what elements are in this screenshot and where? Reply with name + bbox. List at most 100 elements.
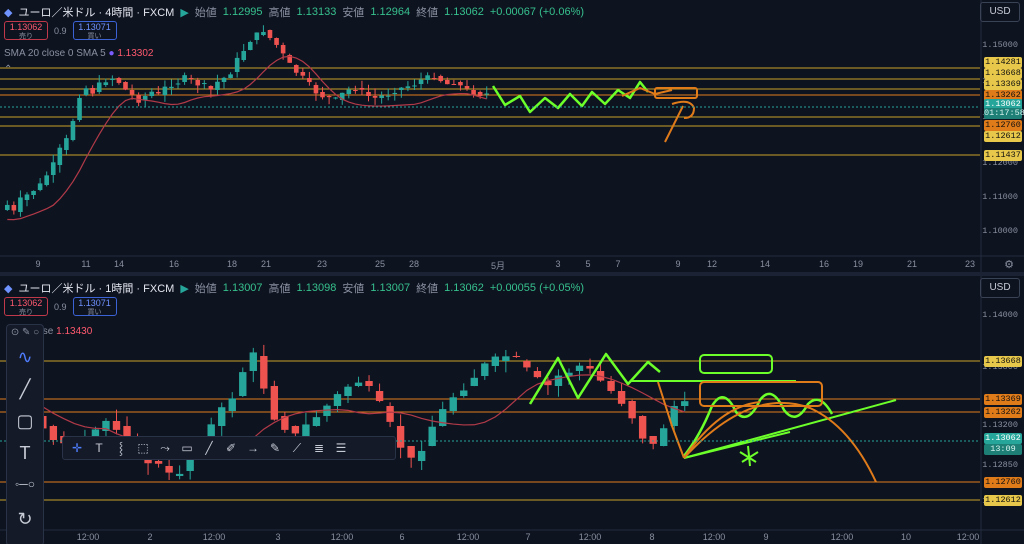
symbol-title[interactable]: ユーロ／米ドル · 1時間 · FXCM: [18, 280, 174, 296]
x-tick-label: 6: [399, 532, 405, 542]
candle-body: [49, 426, 58, 441]
price-label: 1.13668: [984, 356, 1022, 367]
note-icon[interactable]: ▭: [179, 440, 195, 456]
ruler-icon[interactable]: ⟋: [289, 440, 305, 456]
rectangle-icon[interactable]: ▢: [7, 411, 43, 432]
x-tick-label: 9: [35, 259, 41, 269]
x-tick-label: 12:00: [330, 532, 354, 542]
sell-button[interactable]: 1.13062 売り: [4, 21, 48, 40]
gann-icon[interactable]: ☰: [333, 440, 349, 456]
x-tick-label: 9: [763, 532, 769, 542]
candle-body: [280, 45, 286, 54]
open-value: 1.13007: [222, 282, 263, 294]
path-icon[interactable]: ◦─○: [7, 477, 43, 491]
close-label: 終値: [416, 283, 439, 295]
price-label: 1.12612: [984, 495, 1022, 506]
fib-icon[interactable]: ≣: [311, 440, 327, 456]
currency-button[interactable]: USD: [980, 2, 1020, 22]
candle-body: [481, 363, 489, 376]
y-tick-label: 1.14000: [982, 310, 1018, 320]
candle-body: [234, 57, 240, 72]
vertical-line-icon[interactable]: ⸾: [113, 440, 129, 456]
open-value: 1.12995: [222, 6, 263, 18]
symbol-title[interactable]: ユーロ／米ドル · 4時間 · FXCM: [18, 4, 174, 20]
rectangle-icon[interactable]: ⬚: [135, 440, 151, 456]
gear-icon[interactable]: ⚙: [1004, 258, 1014, 271]
y-tick-label: 1.12850: [982, 460, 1018, 470]
price-chart-4h[interactable]: [0, 0, 1024, 272]
candle-body: [215, 81, 220, 90]
candle-body: [18, 197, 23, 212]
candle-body: [156, 92, 161, 94]
candle-body: [162, 86, 168, 95]
line-icon[interactable]: ╱: [7, 379, 43, 400]
candle-body: [320, 92, 325, 98]
flag-icon: ▶: [180, 282, 189, 295]
x-tick-label: 12:00: [830, 532, 854, 542]
low-value: 1.13007: [370, 282, 411, 294]
candle-body: [50, 162, 56, 175]
candle-body: [353, 90, 358, 91]
currency-button[interactable]: USD: [980, 278, 1020, 298]
chart-pane-1h[interactable]: ◆ ユーロ／米ドル · 1時間 · FXCM ▶ 始値 1.13007 高値 1.1…: [0, 276, 1024, 544]
candle-body: [523, 361, 531, 368]
crosshair-icon[interactable]: ✛: [69, 440, 85, 456]
text-icon[interactable]: T: [7, 443, 43, 464]
candle-body: [112, 421, 121, 430]
pen-icon[interactable]: ✎: [267, 440, 283, 456]
brush-icon[interactable]: ✐: [223, 440, 239, 456]
price-label: 1.13369: [984, 394, 1022, 405]
candle-body: [333, 394, 342, 406]
x-tick-label: 16: [168, 259, 180, 269]
low-label: 安値: [342, 283, 365, 295]
price-chart-1h[interactable]: [0, 276, 1024, 544]
candle-body: [607, 381, 615, 391]
line-icon[interactable]: ╱: [201, 440, 217, 456]
x-tick-label: 14: [113, 259, 125, 269]
candle-body: [249, 352, 257, 371]
indicator-icon: ●: [108, 48, 115, 59]
price-label: 1.13668: [984, 68, 1022, 79]
candle-body: [218, 407, 226, 426]
buy-button[interactable]: 1.13071 買い: [72, 21, 117, 40]
x-tick-label: 18: [226, 259, 238, 269]
candle-body: [399, 87, 404, 90]
path-icon[interactable]: ⤳: [157, 440, 173, 456]
candle-body: [379, 95, 384, 98]
reset-icon[interactable]: ↻: [7, 509, 43, 530]
candle-body: [464, 86, 470, 89]
candle-body: [586, 366, 594, 369]
chart-pane-4h[interactable]: ◆ ユーロ／米ドル · 4時間 · FXCM ▶ 始値 1.12995 高値 1.1…: [0, 0, 1024, 272]
arrow-icon[interactable]: →: [245, 440, 261, 456]
candle-body: [449, 397, 457, 411]
candle-body: [110, 78, 115, 80]
collapse-icon[interactable]: ⌃: [4, 64, 12, 75]
candle-body: [418, 79, 424, 84]
candle-body: [77, 97, 82, 120]
candle-body: [344, 386, 352, 396]
sell-button[interactable]: 1.13062 売り: [4, 297, 48, 316]
x-tick-label: 8: [649, 532, 655, 542]
candle-body: [575, 365, 584, 371]
candle-body: [417, 450, 426, 461]
candle-body: [129, 90, 135, 95]
x-tick-label: 12:00: [702, 532, 726, 542]
candle-body: [195, 80, 201, 86]
buy-button[interactable]: 1.13071 買い: [72, 297, 117, 316]
brush-icon[interactable]: ∿: [7, 347, 43, 368]
tools-header-icons[interactable]: ⊙ ✎ ○: [7, 327, 43, 338]
candle-body: [375, 391, 384, 402]
x-tick-label: 14: [759, 259, 771, 269]
x-tick-label: 7: [525, 532, 531, 542]
candle-body: [392, 92, 398, 94]
low-label: 安値: [342, 7, 365, 19]
candle-body: [428, 426, 436, 446]
candle-body: [24, 194, 30, 200]
x-tick-label: 5: [585, 259, 591, 269]
x-tick-label: 3: [275, 532, 281, 542]
candle-body: [221, 77, 227, 82]
y-tick-label: 1.13200: [982, 420, 1018, 430]
indicator-legend[interactable]: SMA 20 close 0 SMA 5 ● 1.13302: [4, 48, 153, 59]
text-icon[interactable]: T: [91, 440, 107, 456]
candle-body: [385, 95, 391, 97]
